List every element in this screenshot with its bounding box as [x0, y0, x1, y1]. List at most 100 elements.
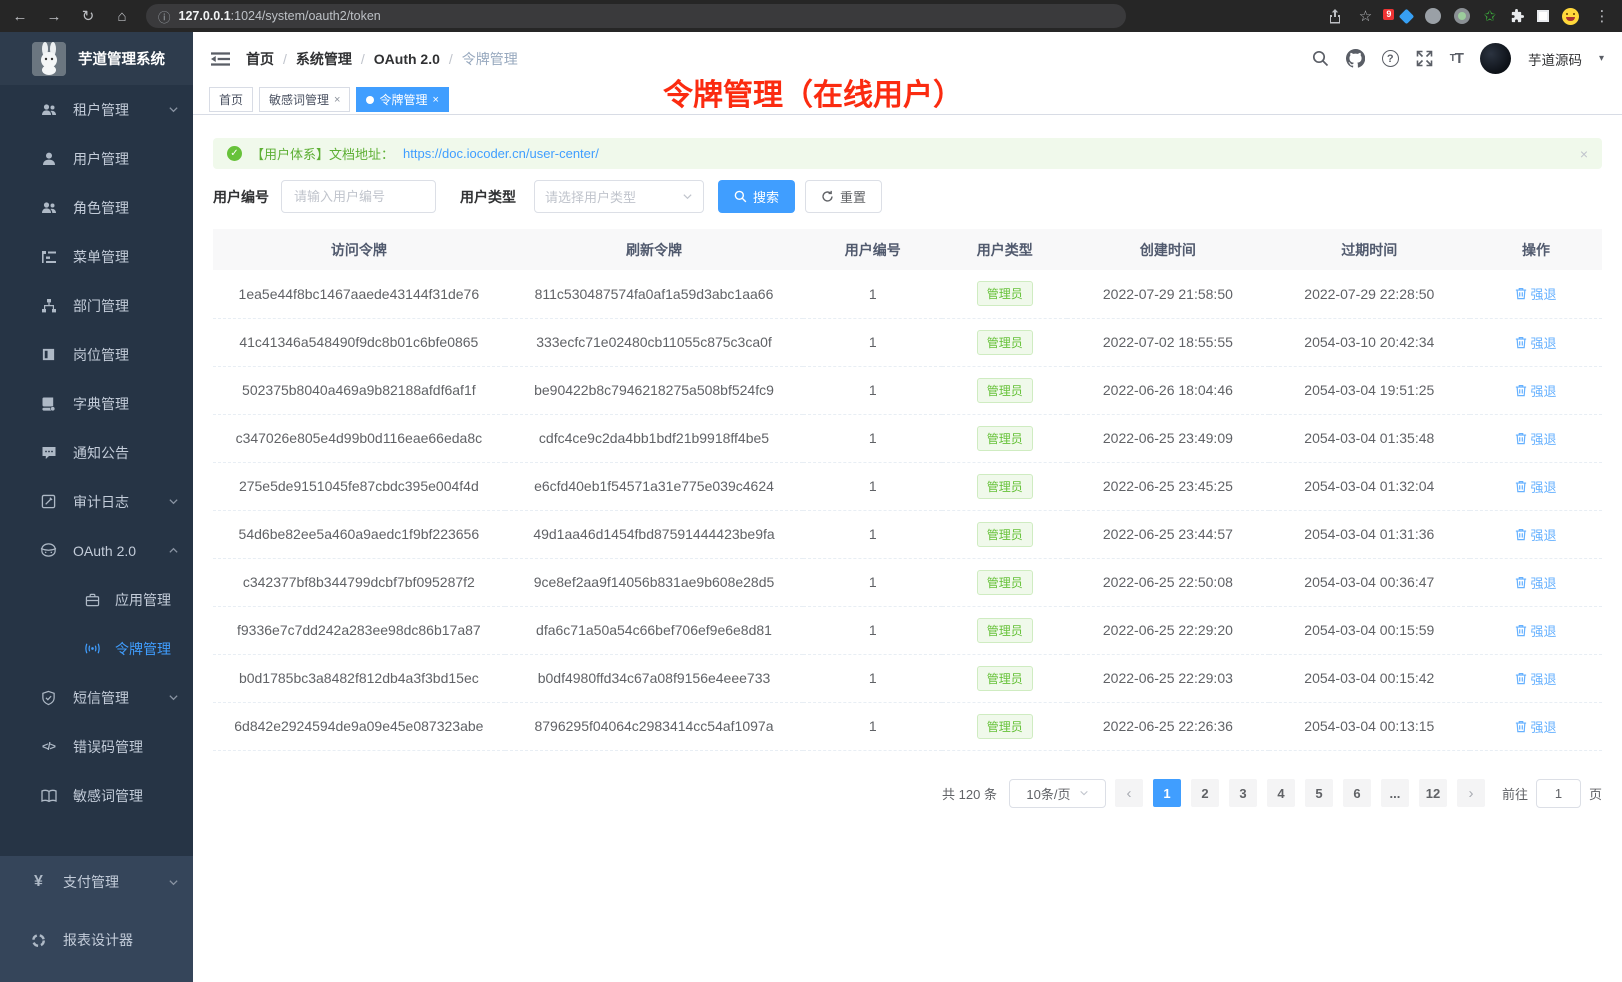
- user-menu-caret-icon[interactable]: ▾: [1599, 53, 1604, 64]
- user-id: 1: [803, 366, 942, 414]
- browser-menu-icon[interactable]: ⋮: [1592, 7, 1612, 25]
- page-button-4[interactable]: 4: [1267, 779, 1295, 807]
- browser-reload-icon[interactable]: ↻: [78, 7, 98, 25]
- doc-link[interactable]: https://doc.iocoder.cn/user-center/: [403, 146, 599, 161]
- user-type-placeholder: 请选择用户类型: [545, 187, 636, 206]
- browser-back-icon[interactable]: ←: [10, 8, 30, 25]
- browser-home-icon[interactable]: ⌂: [112, 8, 132, 25]
- created-time: 2022-06-25 23:49:09: [1067, 414, 1268, 462]
- tag-sensitive-words[interactable]: 敏感词管理 ×: [259, 87, 350, 112]
- sidebar-item-user[interactable]: 用户管理: [0, 134, 193, 183]
- help-icon[interactable]: ?: [1382, 50, 1399, 67]
- github-icon[interactable]: [1346, 49, 1365, 68]
- profile-avatar-icon[interactable]: [1562, 8, 1579, 25]
- force-logout-button[interactable]: 强退: [1515, 333, 1556, 352]
- page-size-select[interactable]: 10条/页: [1009, 779, 1106, 808]
- force-logout-button[interactable]: 强退: [1515, 573, 1556, 592]
- user-id-input[interactable]: [281, 180, 436, 213]
- trash-icon: [1515, 528, 1527, 541]
- force-logout-button[interactable]: 强退: [1515, 525, 1556, 544]
- force-logout-button[interactable]: 强退: [1515, 717, 1556, 736]
- sidebar-item-report-designer[interactable]: 报表设计器: [0, 914, 193, 966]
- page-button-1[interactable]: 1: [1153, 779, 1181, 807]
- share-icon[interactable]: [1328, 9, 1342, 24]
- page-button-2[interactable]: 2: [1191, 779, 1219, 807]
- sidebar-item-dept[interactable]: 部门管理: [0, 281, 193, 330]
- tag-close-icon[interactable]: ×: [334, 94, 340, 106]
- user-id: 1: [803, 510, 942, 558]
- force-logout-button[interactable]: 强退: [1515, 621, 1556, 640]
- fullscreen-icon[interactable]: [1416, 50, 1433, 67]
- user-type-select[interactable]: 请选择用户类型: [534, 180, 704, 213]
- sidebar-item-oauth-app[interactable]: 应用管理: [0, 575, 193, 624]
- access-token: c347026e805e4d99b0d116eae66eda8c: [213, 414, 505, 462]
- sidebar-item-sms[interactable]: 短信管理: [0, 673, 193, 722]
- split-screen-icon[interactable]: [1537, 10, 1549, 22]
- breadcrumb-system[interactable]: 系统管理: [296, 49, 352, 69]
- collapse-sidebar-icon[interactable]: [211, 51, 230, 67]
- sidebar-item-error-code[interactable]: </> 错误码管理: [0, 722, 193, 771]
- user-type-badge: 管理员: [977, 714, 1033, 739]
- sidebar-item-notice[interactable]: 通知公告: [0, 428, 193, 477]
- breadcrumb-oauth[interactable]: OAuth 2.0: [374, 51, 440, 67]
- force-logout-button[interactable]: 强退: [1515, 669, 1556, 688]
- force-logout-button[interactable]: 强退: [1515, 429, 1556, 448]
- expire-time: 2022-07-29 22:28:50: [1269, 270, 1470, 318]
- search-icon[interactable]: [1312, 50, 1329, 67]
- refresh-token: 8796295f04064c2983414cc54af1097a: [505, 702, 804, 750]
- search-button[interactable]: 搜索: [718, 180, 795, 213]
- page-button-3[interactable]: 3: [1229, 779, 1257, 807]
- force-logout-button[interactable]: 强退: [1515, 284, 1556, 303]
- page-button-5[interactable]: 5: [1305, 779, 1333, 807]
- bookmark-star-icon[interactable]: ☆: [1355, 7, 1375, 25]
- table-row: 6d842e2924594de9a09e45e087323abe 8796295…: [213, 702, 1602, 750]
- page-button-6[interactable]: 6: [1343, 779, 1371, 807]
- site-info-icon[interactable]: ⓘ: [158, 7, 171, 26]
- evernote-extension-icon[interactable]: ✩: [1483, 7, 1496, 25]
- success-check-icon: ✓: [227, 146, 242, 161]
- extensions-puzzle-icon[interactable]: [1509, 9, 1524, 24]
- user-avatar[interactable]: [1480, 43, 1511, 74]
- col-user-id: 用户编号: [803, 229, 942, 270]
- user-id-label: 用户编号: [213, 187, 269, 207]
- force-logout-button[interactable]: 强退: [1515, 477, 1556, 496]
- gray-extension-icon[interactable]: [1425, 8, 1441, 24]
- notice-bubble-icon: [40, 444, 57, 461]
- app-logo[interactable]: 芋道管理系统: [0, 32, 193, 85]
- page-button-12[interactable]: 12: [1419, 779, 1447, 807]
- breadcrumb-home[interactable]: 首页: [246, 49, 274, 69]
- gem-extension-icon[interactable]: [1399, 8, 1415, 24]
- shield-check-icon: [40, 689, 57, 706]
- tag-home[interactable]: 首页: [209, 87, 253, 112]
- sidebar-item-tenant[interactable]: 租户管理: [0, 85, 193, 134]
- reset-button[interactable]: 重置: [805, 180, 882, 213]
- sidebar-item-role[interactable]: 角色管理: [0, 183, 193, 232]
- refresh-token: 811c530487574fa0af1a59d3abc1aa66: [505, 270, 804, 318]
- more-pages-button[interactable]: ...: [1381, 779, 1409, 807]
- sidebar-item-oauth[interactable]: OAuth 2.0: [0, 526, 193, 575]
- sidebar-item-audit-log[interactable]: 审计日志: [0, 477, 193, 526]
- next-page-button[interactable]: ›: [1457, 779, 1485, 807]
- green-dot-extension-icon[interactable]: [1454, 8, 1470, 24]
- user-id: 1: [803, 702, 942, 750]
- browser-forward-icon[interactable]: →: [44, 8, 64, 25]
- force-logout-button[interactable]: 强退: [1515, 381, 1556, 400]
- sidebar-item-menu[interactable]: 菜单管理: [0, 232, 193, 281]
- address-bar[interactable]: ⓘ 127.0.0.1:1024/system/oauth2/token: [146, 4, 1126, 28]
- prev-page-button[interactable]: ‹: [1115, 779, 1143, 807]
- font-size-icon[interactable]: TT: [1450, 50, 1463, 67]
- sidebar-item-post[interactable]: 岗位管理: [0, 330, 193, 379]
- sidebar-item-dict[interactable]: 字典管理: [0, 379, 193, 428]
- tag-close-icon[interactable]: ×: [432, 94, 438, 106]
- tag-token-management[interactable]: 令牌管理 ×: [356, 87, 448, 112]
- alert-close-icon[interactable]: ×: [1580, 146, 1588, 162]
- sidebar-item-oauth-token[interactable]: 令牌管理: [0, 624, 193, 673]
- sidebar-item-sensitive-words[interactable]: 敏感词管理: [0, 771, 193, 820]
- user-icon: [40, 150, 57, 167]
- access-token: c342377bf8b344799dcbf7bf095287f2: [213, 558, 505, 606]
- goto-page-input[interactable]: [1536, 779, 1581, 808]
- sidebar-item-payment[interactable]: ¥ 支付管理: [0, 856, 193, 908]
- briefcase-icon: [84, 591, 101, 608]
- username[interactable]: 芋道源码: [1528, 49, 1582, 69]
- refresh-token: 333ecfc71e02480cb11055c875c3ca0f: [505, 318, 804, 366]
